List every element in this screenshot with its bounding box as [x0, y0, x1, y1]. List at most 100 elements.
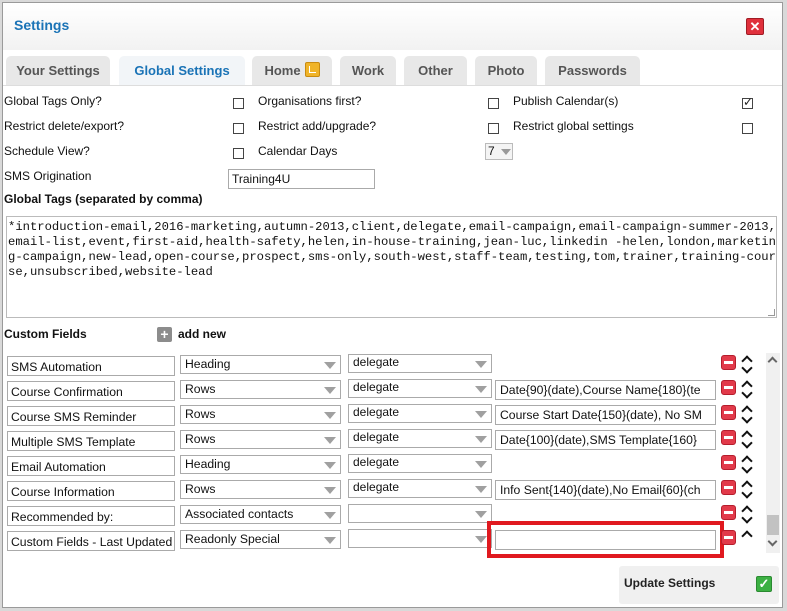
type-value: Heading — [185, 457, 231, 471]
custom-field-name[interactable]: Custom Fields - Last Updated — [7, 531, 175, 551]
custom-field-scope-select[interactable]: delegate — [348, 479, 492, 498]
move-down-icon[interactable] — [741, 362, 753, 374]
global-tags-only-checkbox[interactable] — [233, 98, 244, 109]
move-down-icon[interactable] — [741, 437, 753, 449]
tab-photo[interactable]: Photo — [475, 56, 537, 85]
custom-field-scope-select[interactable]: delegate — [348, 429, 492, 448]
tab-other[interactable]: Other — [404, 56, 467, 85]
custom-field-name[interactable]: Email Automation — [7, 456, 175, 476]
delete-field-button[interactable] — [721, 455, 736, 470]
delete-field-button[interactable] — [721, 530, 736, 545]
type-value: Associated contacts — [185, 507, 294, 521]
delete-field-button[interactable] — [721, 380, 736, 395]
reorder-control[interactable] — [741, 528, 755, 546]
reorder-control[interactable] — [741, 453, 755, 474]
global-tags-only-label: Global Tags Only? — [4, 94, 102, 108]
reorder-control[interactable] — [741, 403, 755, 424]
scope-value: delegate — [353, 455, 400, 469]
custom-fields-scrollbar[interactable] — [766, 353, 780, 553]
tab-label: Global Settings — [134, 63, 230, 78]
organisations-first-checkbox[interactable] — [488, 98, 499, 109]
restrict-global-settings-checkbox[interactable] — [742, 123, 753, 134]
scroll-up-icon[interactable] — [767, 356, 778, 367]
custom-field-name[interactable]: Course Information — [7, 481, 175, 501]
custom-field-type-select[interactable]: Readonly Special — [180, 530, 341, 549]
tab-work[interactable]: Work — [340, 56, 396, 85]
footer-bar: Update Settings ✓ — [619, 566, 779, 604]
delete-field-button[interactable] — [721, 480, 736, 495]
custom-field-name[interactable]: SMS Automation — [7, 356, 175, 376]
delete-field-button[interactable] — [721, 430, 736, 445]
sms-origination-input[interactable]: Training4U — [228, 169, 375, 189]
custom-field-name[interactable]: Course SMS Reminder — [7, 406, 175, 426]
custom-field-scope-select[interactable] — [348, 529, 492, 548]
move-down-icon[interactable] — [741, 512, 753, 524]
schedule-view-checkbox[interactable] — [233, 148, 244, 159]
chevron-down-icon — [475, 486, 487, 493]
custom-field-scope-select[interactable]: delegate — [348, 354, 492, 373]
custom-field-type-select[interactable]: Associated contacts — [180, 505, 341, 524]
scroll-thumb[interactable] — [767, 515, 779, 535]
highlight-box — [487, 521, 724, 558]
check-icon[interactable]: ✓ — [756, 576, 772, 592]
custom-field-scope-select[interactable]: delegate — [348, 454, 492, 473]
tab-home[interactable]: Home — [252, 56, 332, 85]
restrict-global-settings-label: Restrict global settings — [513, 119, 634, 133]
custom-field-type-select[interactable]: Rows — [180, 405, 341, 424]
custom-field-options-input[interactable]: Course Start Date{150}(date), No SM — [495, 405, 716, 425]
reorder-control[interactable] — [741, 428, 755, 449]
tab-global-settings[interactable]: Global Settings — [119, 56, 245, 85]
move-down-icon[interactable] — [741, 462, 753, 474]
move-down-icon[interactable] — [741, 387, 753, 399]
custom-field-options-input[interactable]: Date{100}(date),SMS Template{160} — [495, 430, 716, 450]
reorder-control[interactable] — [741, 478, 755, 499]
scroll-down-icon[interactable] — [767, 536, 778, 547]
move-up-icon[interactable] — [741, 530, 753, 542]
chevron-down-icon — [324, 437, 336, 444]
delete-field-button[interactable] — [721, 405, 736, 420]
publish-calendar-label: Publish Calendar(s) — [513, 94, 619, 108]
reorder-control[interactable] — [741, 378, 755, 399]
add-new-link[interactable]: add new — [178, 327, 226, 341]
move-down-icon[interactable] — [741, 487, 753, 499]
calendar-days-select[interactable]: 7 — [485, 143, 513, 160]
chevron-down-icon — [324, 362, 336, 369]
type-value: Heading — [185, 357, 231, 371]
custom-field-type-select[interactable]: Rows — [180, 380, 341, 399]
reorder-control[interactable] — [741, 353, 755, 374]
chevron-down-icon — [475, 411, 487, 418]
chevron-down-icon — [475, 436, 487, 443]
custom-fields-label: Custom Fields — [4, 327, 87, 341]
close-icon[interactable]: ✕ — [746, 18, 764, 35]
tab-passwords[interactable]: Passwords — [545, 56, 640, 85]
tab-your-settings[interactable]: Your Settings — [6, 56, 110, 85]
delete-field-button[interactable] — [721, 355, 736, 370]
custom-field-name[interactable]: Recommended by: — [7, 506, 175, 526]
restrict-delete-export-checkbox[interactable] — [233, 123, 244, 134]
restrict-add-upgrade-checkbox[interactable] — [488, 123, 499, 134]
custom-field-type-select[interactable]: Rows — [180, 480, 341, 499]
dialog-title: Settings — [14, 17, 70, 33]
custom-field-type-select[interactable]: Heading — [180, 455, 341, 474]
publish-calendar-checkbox[interactable] — [742, 95, 753, 109]
global-tags-textarea[interactable]: *introduction-email,2016-marketing,autum… — [6, 216, 777, 318]
resize-handle-icon[interactable] — [768, 309, 775, 316]
custom-field-scope-select[interactable] — [348, 504, 492, 523]
custom-field-type-select[interactable]: Rows — [180, 430, 341, 449]
custom-field-name[interactable]: Multiple SMS Template — [7, 431, 175, 451]
custom-field-options-input[interactable]: Info Sent{140}(date),No Email{60}(ch — [495, 480, 716, 500]
organisations-first-label: Organisations first? — [258, 94, 362, 108]
update-settings-button[interactable]: Update Settings — [624, 576, 715, 590]
custom-field-name[interactable]: Course Confirmation — [7, 381, 175, 401]
custom-field-type-select[interactable]: Heading — [180, 355, 341, 374]
edit-icon[interactable] — [304, 62, 320, 77]
tab-label: Photo — [487, 63, 525, 78]
custom-field-options-input[interactable]: Date{90}(date),Course Name{180}(te — [495, 380, 716, 400]
move-down-icon[interactable] — [741, 412, 753, 424]
add-icon[interactable]: + — [157, 327, 172, 342]
delete-field-button[interactable] — [721, 505, 736, 520]
custom-field-scope-select[interactable]: delegate — [348, 379, 492, 398]
scope-value: delegate — [353, 480, 400, 494]
custom-field-scope-select[interactable]: delegate — [348, 404, 492, 423]
reorder-control[interactable] — [741, 503, 755, 524]
